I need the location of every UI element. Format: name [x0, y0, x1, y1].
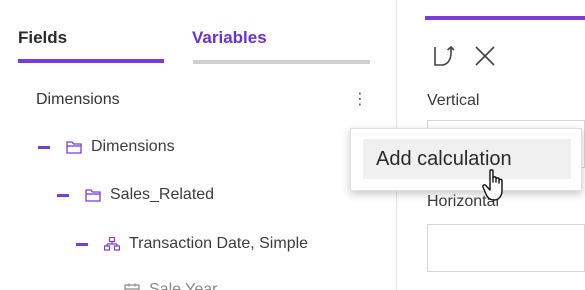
horizontal-drop-zone[interactable] — [427, 224, 585, 272]
tab-inactive-indicator — [193, 60, 370, 64]
tree-item-label: Sale Year — [149, 281, 218, 290]
tree-item-label: Transaction Date, Simple — [129, 235, 309, 252]
tab-active-indicator — [18, 59, 164, 63]
context-menu: Add calculation — [350, 128, 582, 191]
tree-item-dimensions[interactable]: Dimensions — [38, 135, 175, 159]
tab-variables[interactable]: Variables — [192, 28, 267, 48]
section-title: Dimensions — [36, 91, 120, 108]
tree-item-sales-related[interactable]: Sales_Related — [57, 183, 214, 207]
collapse-icon[interactable] — [76, 242, 88, 246]
more-options-icon[interactable]: ⋮ — [352, 90, 368, 110]
folder-icon — [66, 141, 82, 154]
vertical-label: Vertical — [427, 92, 480, 109]
calendar-icon — [124, 283, 140, 290]
pivot-icon[interactable] — [431, 44, 455, 68]
folder-icon — [85, 189, 101, 202]
layout-tab-indicator — [425, 16, 585, 20]
toolbar — [431, 44, 497, 68]
tree-item-label: Dimensions — [91, 138, 175, 155]
fields-panel: Fields Variables Dimensions ⋮ Dimensions… — [0, 0, 372, 290]
tree-item-label: Sales_Related — [110, 186, 215, 203]
hand-cursor-icon — [482, 169, 503, 201]
tree-item-transaction-date[interactable]: Transaction Date, Simple — [76, 232, 308, 256]
tree-item-sale-year[interactable]: Sale Year — [124, 278, 218, 290]
collapse-icon[interactable] — [57, 193, 69, 197]
hierarchy-icon — [104, 237, 120, 251]
tab-fields[interactable]: Fields — [18, 28, 67, 48]
close-icon[interactable] — [473, 44, 497, 68]
collapse-icon[interactable] — [38, 145, 50, 149]
add-calculation-menu-item[interactable]: Add calculation — [363, 139, 571, 179]
